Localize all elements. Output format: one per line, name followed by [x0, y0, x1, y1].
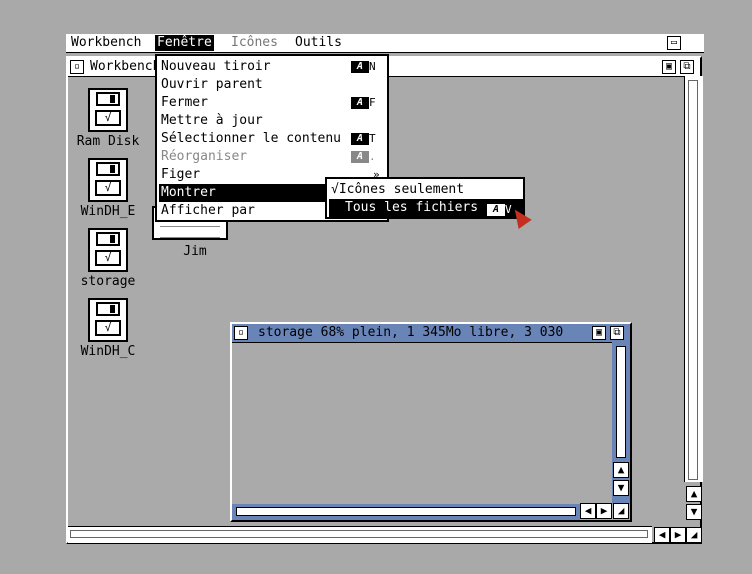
icon-label: storage	[73, 274, 143, 290]
scroll-up-arrow-icon[interactable]: ▲	[686, 486, 702, 502]
disk-icon: √	[88, 88, 128, 132]
amiga-key-icon: A	[351, 97, 369, 109]
storage-scroll-up-icon[interactable]: ▲	[613, 462, 629, 478]
shortcut-selectionner: AT	[351, 132, 376, 146]
menu-bar: Workbench Fenêtre Icônes Outils ▭	[66, 34, 704, 53]
menu-item-ouvrir-parent[interactable]: Ouvrir parent	[159, 76, 387, 94]
amiga-key-icon: A	[487, 204, 505, 216]
icon-windh-c[interactable]: √ WinDH_C	[73, 298, 143, 360]
icon-windh-e[interactable]: √ WinDH_E	[73, 158, 143, 220]
storage-scroll-right-icon[interactable]: ▶	[596, 503, 612, 519]
storage-scroll-down-icon[interactable]: ▼	[613, 480, 629, 496]
icon-storage[interactable]: √ storage	[73, 228, 143, 290]
storage-window	[230, 322, 632, 522]
storage-resize-icon[interactable]: ◢	[613, 503, 629, 519]
horizontal-scroll-knob[interactable]	[70, 530, 648, 538]
disk-icon: √	[88, 228, 128, 272]
amiga-key-icon: A	[351, 151, 369, 163]
shortcut-reorganiser: A.	[351, 150, 376, 164]
depth-gadget-icon[interactable]: ⧉	[610, 326, 624, 340]
montrer-submenu: √Icônes seulement Tous les fichiers AV	[325, 177, 525, 219]
zoom-gadget-icon[interactable]: ▣	[662, 60, 676, 74]
drawer-label: Jim	[183, 244, 207, 259]
window-title: Workbench	[90, 59, 161, 74]
storage-scroll-left-icon[interactable]: ◀	[580, 503, 596, 519]
icon-label: WinDH_E	[73, 204, 143, 220]
menu-item-mettre-a-jour[interactable]: Mettre à jour	[159, 112, 387, 130]
amiga-key-icon: A	[351, 133, 369, 145]
storage-title-bar[interactable]: ▫ storage 68% plein, 1 345Mo libre, 3 03…	[232, 324, 630, 343]
submenu-item-icones-seulement[interactable]: √Icônes seulement	[329, 181, 523, 199]
close-gadget-icon[interactable]: ▫	[234, 326, 248, 340]
menu-icones[interactable]: Icônes	[229, 35, 280, 51]
amiga-key-icon: A	[351, 61, 369, 73]
vertical-scroll-knob[interactable]	[688, 80, 698, 480]
icon-label: Ram Disk	[73, 134, 143, 150]
checkmark-icon: √	[331, 182, 339, 197]
icon-ram-disk[interactable]: √ Ram Disk	[73, 88, 143, 150]
storage-vertical-knob[interactable]	[616, 346, 626, 458]
scroll-right-arrow-icon[interactable]: ▶	[670, 527, 686, 543]
disk-icon: √	[88, 158, 128, 202]
menu-fenetre[interactable]: Fenêtre	[155, 35, 214, 51]
depth-gadget-icon[interactable]: ⧉	[680, 60, 694, 74]
close-gadget-icon[interactable]: ▫	[70, 60, 84, 74]
zoom-gadget-icon[interactable]: ▣	[592, 326, 606, 340]
storage-window-title: storage 68% plein, 1 345Mo libre, 3 030	[258, 325, 564, 340]
shortcut-fermer: AF	[351, 96, 376, 110]
resize-gadget-icon[interactable]: ◢	[686, 527, 702, 543]
icon-label: WinDH_C	[73, 344, 143, 360]
storage-horizontal-knob[interactable]	[236, 507, 576, 516]
scroll-down-arrow-icon[interactable]: ▼	[686, 504, 702, 520]
shortcut-nouveau: AN	[351, 60, 376, 74]
screen-depth-icon[interactable]: ▭	[667, 36, 681, 50]
menu-workbench[interactable]: Workbench	[69, 35, 143, 51]
scroll-left-arrow-icon[interactable]: ◀	[654, 527, 670, 543]
disk-icon: √	[88, 298, 128, 342]
menu-outils[interactable]: Outils	[293, 35, 344, 51]
